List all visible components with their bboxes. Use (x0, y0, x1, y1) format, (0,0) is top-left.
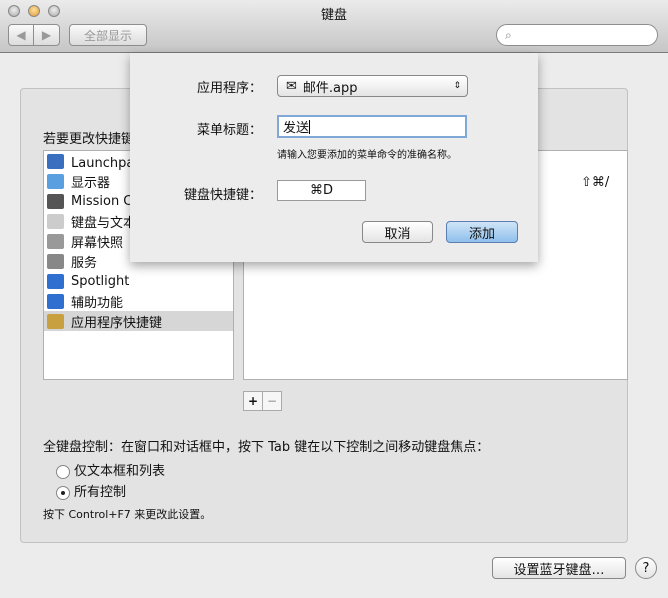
menu-title-label: 菜单标题： (196, 123, 262, 138)
category-label: Spotlight (71, 273, 130, 289)
gear-icon (47, 253, 64, 269)
radio-all-controls[interactable]: 所有控制 (56, 481, 126, 500)
screenshot-icon (47, 233, 64, 249)
accessibility-icon (47, 293, 64, 309)
search-icon: ⌕ (505, 27, 512, 42)
shortcut-value: ⇧⌘/ (581, 175, 610, 190)
radio-label: 所有控制 (74, 485, 127, 500)
radio-button[interactable] (56, 464, 70, 479)
radio-text-lists[interactable]: 仅文本框和列表 (56, 460, 165, 479)
window-title: 键盘 (320, 8, 347, 23)
full-keyboard-label: 全键盘控制：在窗口和对话框中，按下 Tab 键在以下控制之间移动键盘焦点： (43, 440, 490, 455)
category-label: 应用程序快捷键 (71, 315, 163, 331)
menu-title-hint: 请输入您要添加的菜单命令的准确名称。 (277, 150, 457, 161)
spotlight-icon (47, 273, 64, 289)
help-button[interactable]: ? (635, 557, 657, 579)
shortcut-label: 键盘快捷键： (183, 188, 262, 203)
remove-shortcut-button[interactable]: − (262, 391, 282, 411)
radio-label: 仅文本框和列表 (74, 464, 166, 479)
bluetooth-keyboard-button[interactable]: 设置蓝牙键盘… (492, 557, 626, 579)
app-popup[interactable]: ✉ 邮件.app ⇕ (277, 75, 468, 97)
add-shortcut-sheet: 应用程序： ✉ 邮件.app ⇕ 菜单标题： 发送 请输入您要添加的菜单命令的准确名… (130, 53, 538, 262)
category-item[interactable]: 应用程序快捷键 (44, 311, 233, 331)
add-shortcut-button[interactable]: + (243, 391, 263, 411)
add-button[interactable]: 添加 (446, 221, 518, 243)
search-input[interactable]: ⌕ (496, 24, 658, 46)
instruction-text: 若要更改快捷键 (43, 132, 135, 147)
mission-control-icon (47, 193, 64, 209)
shortcut-input[interactable]: ⌘D (277, 180, 366, 201)
menu-title-value: 发送 (283, 121, 310, 136)
keyboard-icon (47, 213, 64, 229)
updown-arrow-icon: ⇕ (453, 81, 461, 91)
mail-app-icon: ✉ (286, 78, 297, 94)
back-button[interactable]: ◀ (8, 24, 34, 46)
show-all-button[interactable]: 全部显示 (69, 24, 147, 46)
category-label: 屏幕快照 (71, 235, 124, 251)
launchpad-icon (47, 153, 64, 169)
category-item[interactable]: 辅助功能 (44, 291, 233, 311)
category-item[interactable]: Spotlight (44, 271, 233, 291)
forward-button[interactable]: ▶ (33, 24, 60, 46)
cancel-button[interactable]: 取消 (362, 221, 433, 243)
app-value: 邮件.app (302, 80, 358, 96)
menu-title-input[interactable]: 发送 (277, 115, 467, 138)
hint-text: 按下 Control+F7 来更改此设置。 (43, 508, 212, 521)
app-shortcuts-icon (47, 313, 64, 329)
app-label: 应用程序： (196, 81, 262, 96)
radio-button[interactable] (56, 485, 70, 500)
category-label: 服务 (71, 255, 98, 271)
display-icon (47, 173, 64, 189)
category-label: 辅助功能 (71, 295, 124, 311)
category-label: 显示器 (71, 175, 111, 191)
